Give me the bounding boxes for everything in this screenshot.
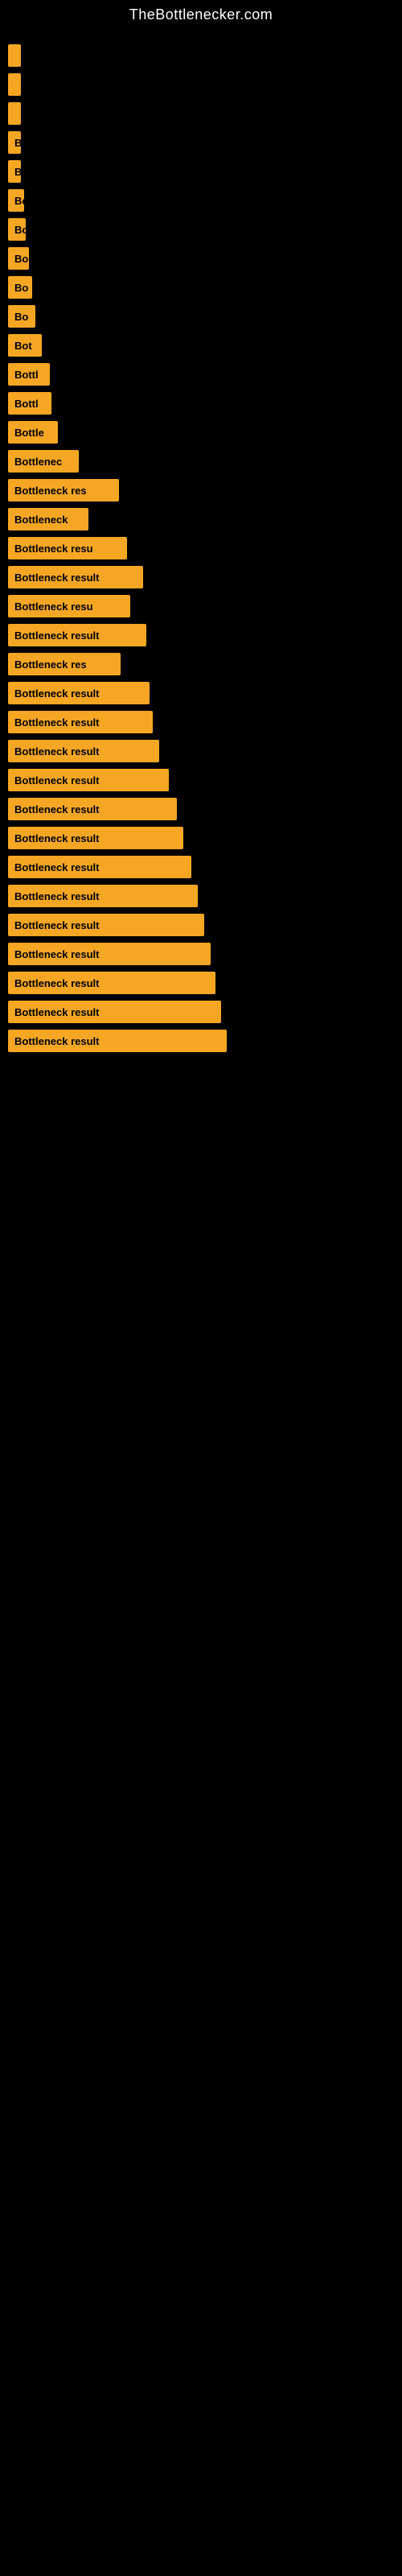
bar-item: Bottlenec	[8, 450, 79, 473]
bar-row: Bottleneck result	[8, 563, 402, 592]
bar-row: Bottleneck result	[8, 679, 402, 708]
bar-item: Bottle	[8, 421, 58, 444]
bar-item: Bottleneck result	[8, 914, 204, 936]
bar-row	[8, 99, 402, 128]
bar-item	[8, 102, 21, 125]
bar-row: B	[8, 157, 402, 186]
bar-row: Bottleneck resu	[8, 592, 402, 621]
bar-item	[8, 44, 21, 67]
bar-row: Bottleneck result	[8, 968, 402, 997]
bar-row: Bot	[8, 331, 402, 360]
bar-item: Bottl	[8, 392, 51, 415]
bar-row: Bo	[8, 273, 402, 302]
bar-item: Bottleneck result	[8, 682, 150, 704]
bar-row: Bo	[8, 302, 402, 331]
bar-item	[8, 73, 21, 96]
bar-item: Bottleneck result	[8, 740, 159, 762]
bar-row: Bottl	[8, 360, 402, 389]
bar-row: Bo	[8, 186, 402, 215]
bar-row: Bottleneck res	[8, 650, 402, 679]
bar-item: Bottleneck resu	[8, 595, 130, 617]
bar-item: Bo	[8, 305, 35, 328]
bar-item: Bo	[8, 276, 32, 299]
bar-row: B	[8, 128, 402, 157]
bar-row: Bottlenec	[8, 447, 402, 476]
site-title: TheBottlenecker.com	[0, 0, 402, 33]
bar-item: Bottleneck res	[8, 653, 121, 675]
bar-item: Bottleneck result	[8, 856, 191, 878]
bar-row: Bottleneck result	[8, 708, 402, 737]
bar-item: B	[8, 160, 21, 183]
bar-item: Bottleneck result	[8, 769, 169, 791]
bar-row: Bo	[8, 215, 402, 244]
bar-item: Bottleneck result	[8, 624, 146, 646]
bar-row: Bottleneck	[8, 505, 402, 534]
bar-item: Bottleneck result	[8, 798, 177, 820]
bar-row: Bottleneck result	[8, 795, 402, 824]
bar-item: Bot	[8, 334, 42, 357]
bar-row: Bottl	[8, 389, 402, 418]
bar-row	[8, 41, 402, 70]
bar-item: Bo	[8, 189, 24, 212]
bar-item: Bottleneck resu	[8, 537, 127, 559]
bar-item: Bottleneck result	[8, 885, 198, 907]
bar-row: Bottleneck result	[8, 737, 402, 766]
bar-row: Bo	[8, 244, 402, 273]
bar-row	[8, 70, 402, 99]
bar-row: Bottleneck result	[8, 766, 402, 795]
bar-item: B	[8, 131, 21, 154]
bar-item: Bottleneck result	[8, 827, 183, 849]
bar-item: Bottleneck	[8, 508, 88, 530]
bar-item: Bo	[8, 247, 29, 270]
bar-row: Bottle	[8, 418, 402, 447]
bar-item: Bottleneck result	[8, 943, 211, 965]
bar-row: Bottleneck result	[8, 1026, 402, 1055]
bar-item: Bottleneck result	[8, 1030, 227, 1052]
bars-container: BB Bo Bo Bo Bo Bo Bot Bottl Bottl Bottle Bottlenec…	[0, 33, 402, 1055]
bar-item: Bottleneck result	[8, 566, 143, 588]
bar-row: Bottleneck result	[8, 824, 402, 852]
bar-row: Bottleneck result	[8, 939, 402, 968]
bar-item: Bottleneck result	[8, 972, 215, 994]
bar-item: Bo	[8, 218, 26, 241]
bar-row: Bottleneck result	[8, 910, 402, 939]
bar-item: Bottleneck result	[8, 1001, 221, 1023]
bar-row: Bottleneck result	[8, 852, 402, 881]
bar-row: Bottleneck result	[8, 881, 402, 910]
bar-item: Bottl	[8, 363, 50, 386]
bar-row: Bottleneck result	[8, 621, 402, 650]
bar-row: Bottleneck res	[8, 476, 402, 505]
bar-item: Bottleneck res	[8, 479, 119, 502]
bar-row: Bottleneck result	[8, 997, 402, 1026]
bar-row: Bottleneck resu	[8, 534, 402, 563]
bar-item: Bottleneck result	[8, 711, 153, 733]
